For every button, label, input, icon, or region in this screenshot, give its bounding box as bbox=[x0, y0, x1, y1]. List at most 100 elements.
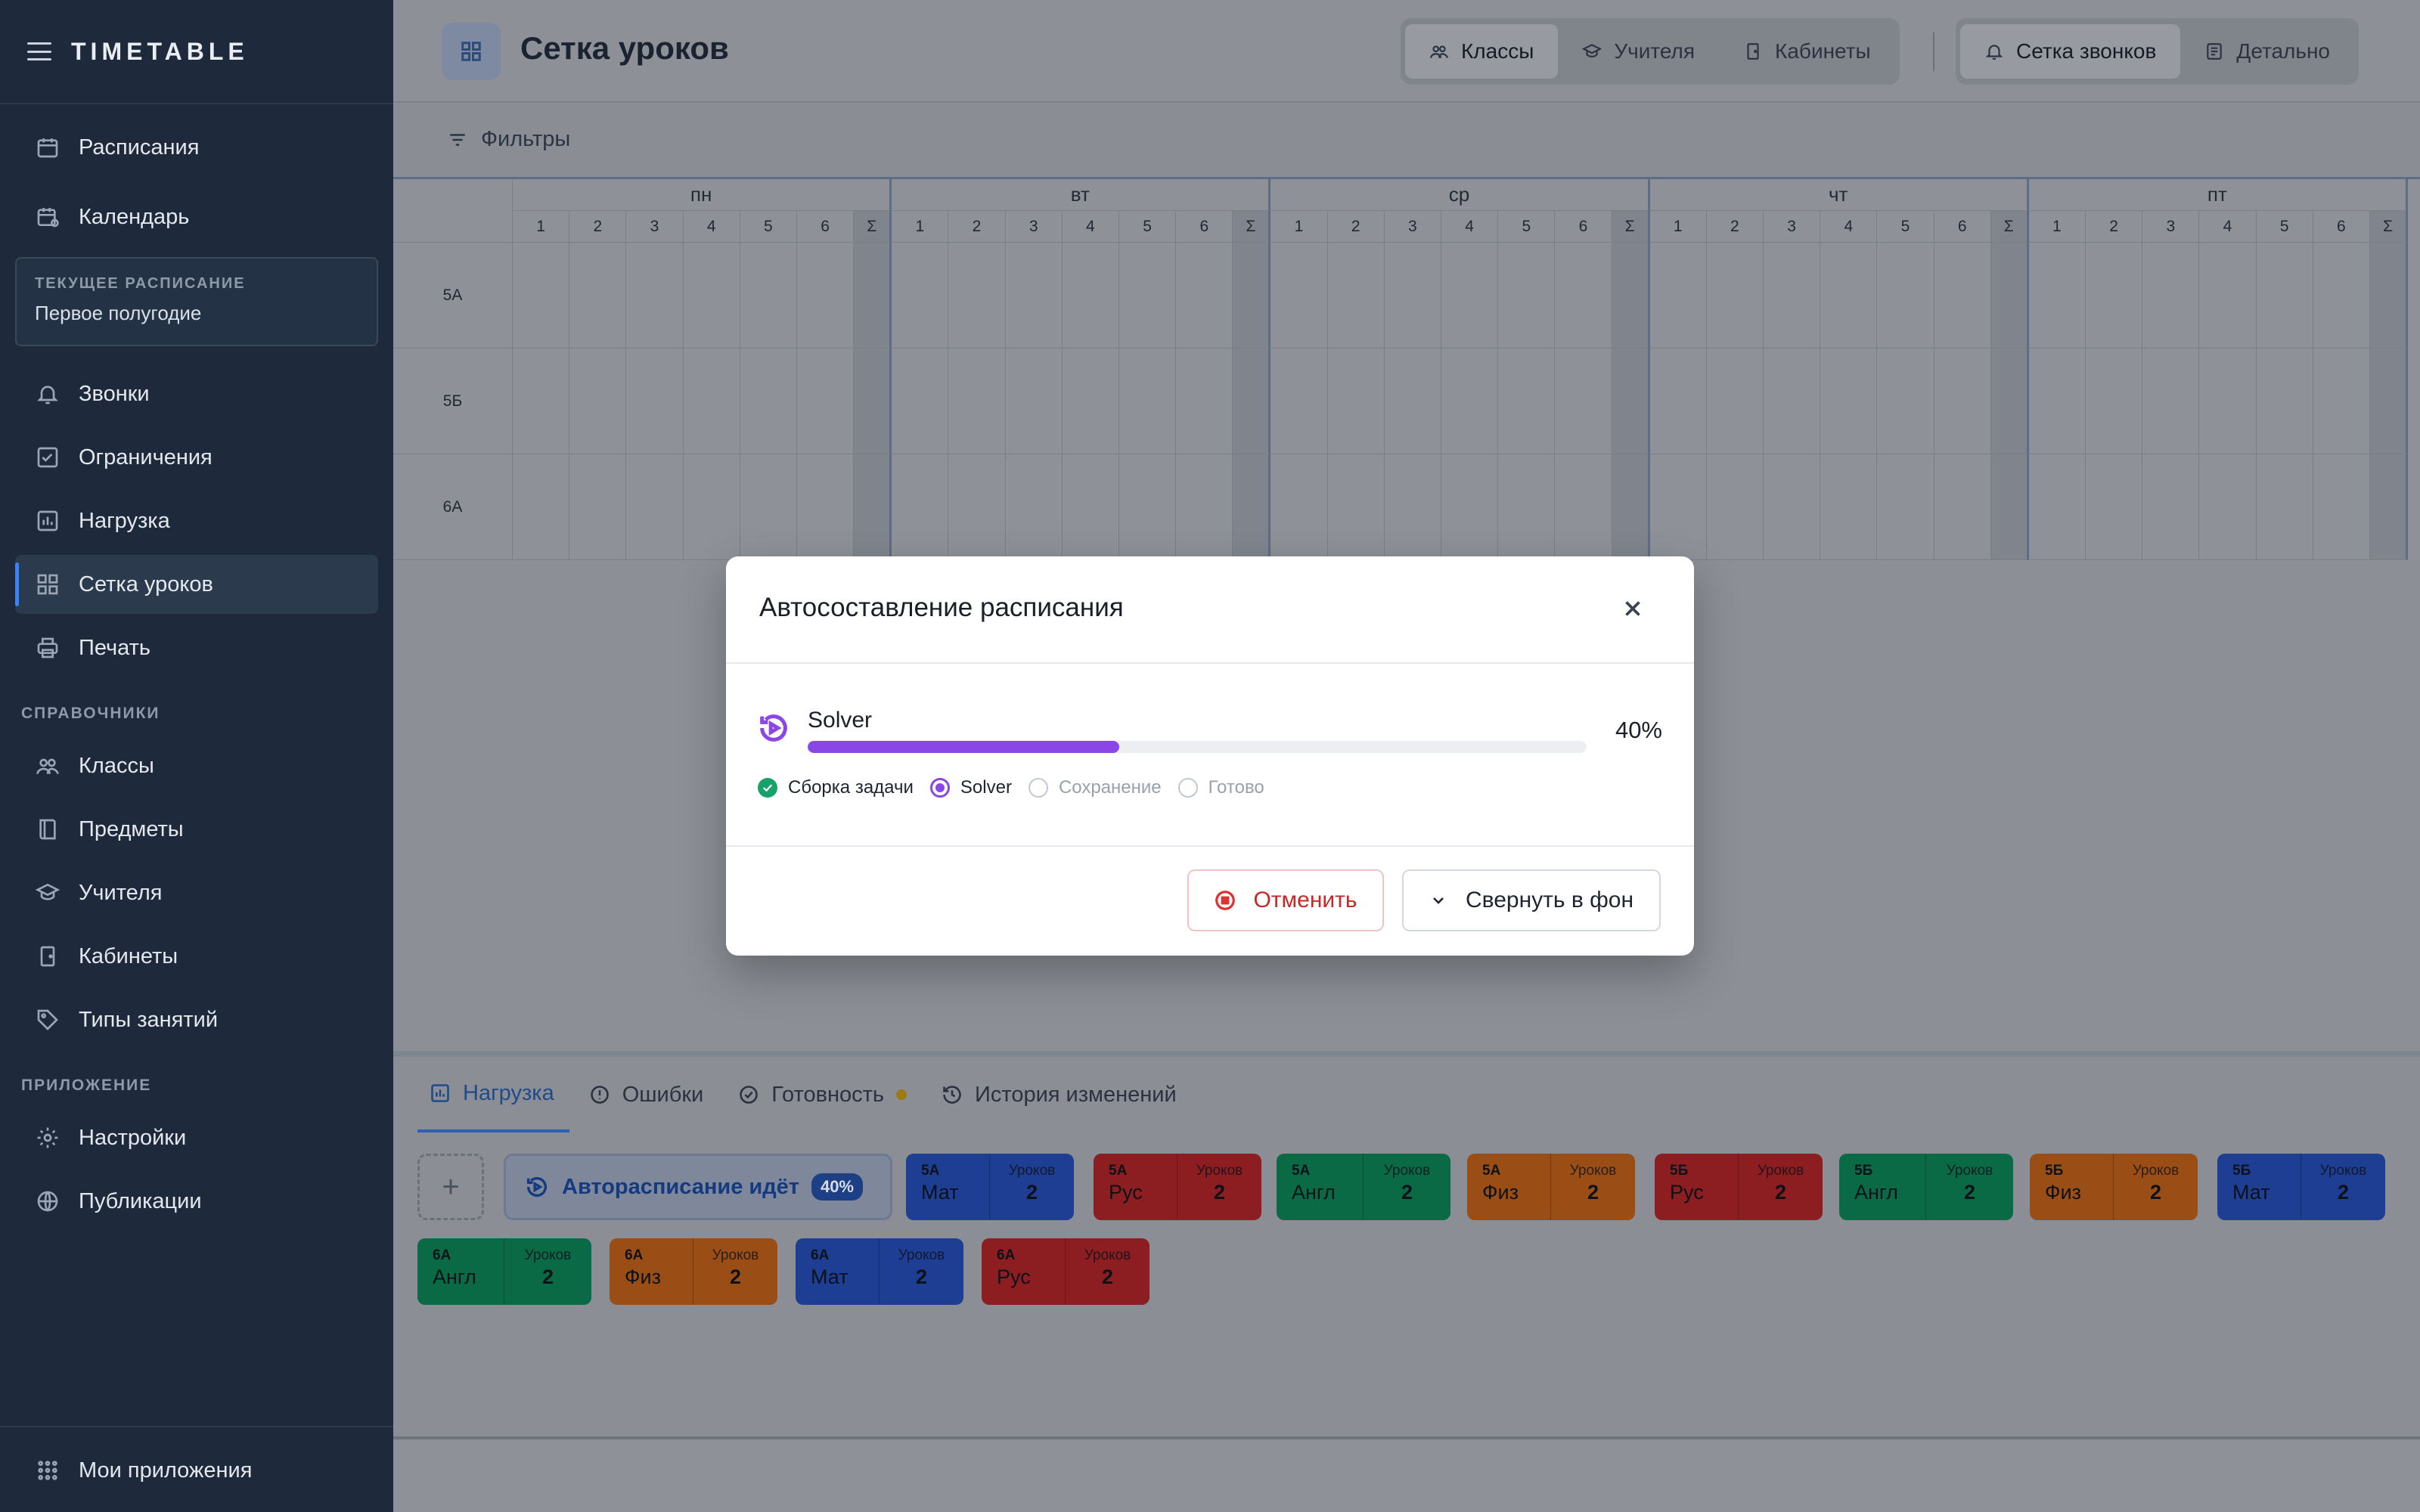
sidebar-item-schedules[interactable]: Расписания bbox=[15, 118, 378, 177]
grid-cell[interactable] bbox=[2199, 454, 2257, 560]
grid-cell[interactable] bbox=[1706, 349, 1764, 454]
grid-cell[interactable] bbox=[1555, 349, 1612, 454]
grid-cell[interactable] bbox=[1649, 349, 1707, 454]
load-card[interactable]: 6А Физ Уроков 2 bbox=[610, 1238, 777, 1305]
grid-sum-cell[interactable] bbox=[854, 454, 892, 560]
grid-cell[interactable] bbox=[2256, 243, 2313, 349]
sidebar-item-publications[interactable]: Публикации bbox=[15, 1172, 378, 1231]
filters-button[interactable]: Фильтры bbox=[448, 127, 570, 152]
grid-cell[interactable] bbox=[1270, 454, 1328, 560]
grid-cell[interactable] bbox=[1062, 454, 1119, 560]
grid-sum-cell[interactable] bbox=[1612, 454, 1650, 560]
grid-cell[interactable] bbox=[740, 243, 797, 349]
grid-cell[interactable] bbox=[2142, 454, 2200, 560]
grid-cell[interactable] bbox=[1176, 349, 1233, 454]
grid-sum-cell[interactable] bbox=[1233, 243, 1271, 349]
tab-history[interactable]: История изменений bbox=[929, 1057, 1192, 1132]
grid-cell[interactable] bbox=[892, 349, 949, 454]
grid-cell[interactable] bbox=[513, 454, 570, 560]
grid-cell[interactable] bbox=[1270, 349, 1328, 454]
grid-cell[interactable] bbox=[2313, 349, 2370, 454]
grid-sum-cell[interactable] bbox=[1233, 454, 1271, 560]
tab-teachers[interactable]: Учителя bbox=[1558, 24, 1719, 79]
grid-cell[interactable] bbox=[569, 349, 627, 454]
grid-cell[interactable] bbox=[1820, 243, 1878, 349]
grid-cell[interactable] bbox=[1555, 243, 1612, 349]
load-card[interactable]: 6А Мат Уроков 2 bbox=[796, 1238, 963, 1305]
grid-cell[interactable] bbox=[797, 454, 855, 560]
add-load-button[interactable]: + bbox=[417, 1154, 484, 1220]
grid-cell[interactable] bbox=[797, 243, 855, 349]
grid-cell[interactable] bbox=[1706, 243, 1764, 349]
grid-cell[interactable] bbox=[1934, 454, 1991, 560]
grid-cell[interactable] bbox=[1934, 243, 1991, 349]
grid-cell[interactable] bbox=[2199, 243, 2257, 349]
grid-cell[interactable] bbox=[683, 454, 740, 560]
grid-cell[interactable] bbox=[2142, 349, 2200, 454]
sidebar-item-bells[interactable]: Звонки bbox=[15, 364, 378, 423]
grid-cell[interactable] bbox=[1384, 243, 1441, 349]
grid-cell[interactable] bbox=[1498, 349, 1556, 454]
grid-sum-cell[interactable] bbox=[854, 243, 892, 349]
grid-cell[interactable] bbox=[1764, 243, 1821, 349]
grid-cell[interactable] bbox=[1384, 349, 1441, 454]
grid-cell[interactable] bbox=[2313, 243, 2370, 349]
grid-sum-cell[interactable] bbox=[2370, 454, 2408, 560]
grid-sum-cell[interactable] bbox=[1612, 349, 1650, 454]
grid-cell[interactable] bbox=[740, 454, 797, 560]
grid-cell[interactable] bbox=[2256, 454, 2313, 560]
hamburger-menu-icon[interactable] bbox=[27, 42, 51, 60]
grid-cell[interactable] bbox=[1176, 454, 1233, 560]
grid-cell[interactable] bbox=[948, 243, 1006, 349]
sidebar-item-settings[interactable]: Настройки bbox=[15, 1108, 378, 1167]
grid-cell[interactable] bbox=[2028, 349, 2086, 454]
grid-cell[interactable] bbox=[1327, 349, 1385, 454]
load-card[interactable]: 5А Рус Уроков 2 bbox=[1094, 1154, 1261, 1220]
grid-cell[interactable] bbox=[2086, 243, 2143, 349]
grid-cell[interactable] bbox=[1498, 243, 1556, 349]
grid-cell[interactable] bbox=[1877, 243, 1934, 349]
grid-sum-cell[interactable] bbox=[1990, 454, 2029, 560]
grid-cell[interactable] bbox=[892, 243, 949, 349]
grid-cell[interactable] bbox=[683, 243, 740, 349]
grid-cell[interactable] bbox=[1877, 349, 1934, 454]
grid-cell[interactable] bbox=[1005, 349, 1063, 454]
grid-cell[interactable] bbox=[1119, 349, 1177, 454]
grid-sum-cell[interactable] bbox=[854, 349, 892, 454]
sidebar-item-lesson-types[interactable]: Типы занятий bbox=[15, 990, 378, 1049]
run-in-background-button[interactable]: Свернуть в фон bbox=[1402, 869, 1661, 931]
grid-sum-cell[interactable] bbox=[2370, 349, 2408, 454]
grid-cell[interactable] bbox=[569, 243, 627, 349]
grid-cell[interactable] bbox=[1119, 454, 1177, 560]
grid-cell[interactable] bbox=[1820, 454, 1878, 560]
grid-cell[interactable] bbox=[1441, 243, 1499, 349]
load-card[interactable]: 5А Англ Уроков 2 bbox=[1277, 1154, 1450, 1220]
sidebar-item-calendar[interactable]: Календарь bbox=[15, 187, 378, 246]
grid-sum-cell[interactable] bbox=[2370, 243, 2408, 349]
grid-cell[interactable] bbox=[569, 454, 627, 560]
grid-cell[interactable] bbox=[513, 349, 570, 454]
grid-cell[interactable] bbox=[740, 349, 797, 454]
load-card[interactable]: 5А Физ Уроков 2 bbox=[1467, 1154, 1635, 1220]
grid-cell[interactable] bbox=[1820, 349, 1878, 454]
grid-cell[interactable] bbox=[1062, 349, 1119, 454]
auto-schedule-status-chip[interactable]: Авторасписание идёт 40% bbox=[504, 1154, 892, 1220]
load-card[interactable]: 5Б Англ Уроков 2 bbox=[1839, 1154, 2013, 1220]
grid-sum-cell[interactable] bbox=[1990, 349, 2029, 454]
grid-cell[interactable] bbox=[683, 349, 740, 454]
load-card[interactable]: 5Б Мат Уроков 2 bbox=[2217, 1154, 2385, 1220]
grid-cell[interactable] bbox=[1119, 243, 1177, 349]
grid-cell[interactable] bbox=[1062, 243, 1119, 349]
grid-cell[interactable] bbox=[1327, 454, 1385, 560]
grid-cell[interactable] bbox=[626, 454, 684, 560]
grid-cell[interactable] bbox=[2028, 243, 2086, 349]
load-card[interactable]: 5Б Рус Уроков 2 bbox=[1655, 1154, 1823, 1220]
sidebar-item-subjects[interactable]: Предметы bbox=[15, 800, 378, 859]
tab-errors[interactable]: Ошибки bbox=[577, 1057, 719, 1132]
load-card[interactable]: 5А Мат Уроков 2 bbox=[906, 1154, 1074, 1220]
sidebar-item-load[interactable]: Нагрузка bbox=[15, 491, 378, 550]
grid-sum-cell[interactable] bbox=[1612, 243, 1650, 349]
grid-cell[interactable] bbox=[1384, 454, 1441, 560]
grid-cell[interactable] bbox=[1649, 454, 1707, 560]
current-schedule-selector[interactable]: ТЕКУЩЕЕ РАСПИСАНИЕ Первое полугодие bbox=[15, 257, 378, 346]
